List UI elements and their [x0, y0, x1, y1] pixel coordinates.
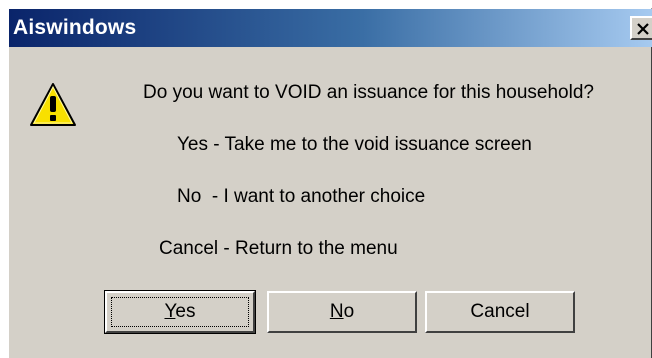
dialog-window: Aiswindows Do you want to VOID an issuan…	[8, 8, 652, 358]
no-mnemonic: N	[329, 301, 344, 322]
yes-label-rest: es	[175, 301, 196, 322]
yes-option-text: Yes - Take me to the void issuance scree…	[177, 134, 532, 155]
title-bar[interactable]: Aiswindows	[9, 9, 652, 47]
yes-mnemonic: Y	[164, 301, 176, 322]
warning-icon	[30, 83, 76, 126]
close-icon	[637, 23, 649, 35]
no-option-text: No - I want to another choice	[177, 186, 426, 207]
cancel-button[interactable]: Cancel	[425, 291, 575, 333]
cancel-button-label: Cancel	[470, 301, 530, 322]
no-button[interactable]: No	[267, 291, 417, 333]
close-button[interactable]	[630, 16, 652, 40]
no-button-label: No	[330, 301, 354, 322]
window-title: Aiswindows	[13, 16, 137, 39]
question-text: Do you want to VOID an issuance for this…	[143, 82, 594, 103]
no-label-rest: o	[343, 301, 355, 322]
yes-button-label: Yes	[164, 301, 195, 322]
yes-button[interactable]: Yes	[104, 290, 256, 334]
cancel-option-text: Cancel - Return to the menu	[159, 238, 398, 259]
